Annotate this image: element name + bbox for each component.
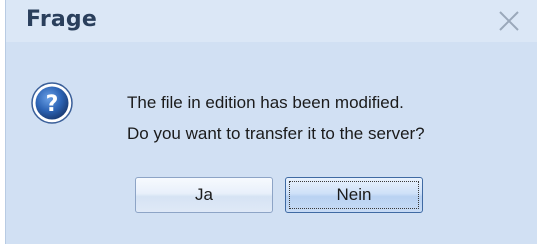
close-icon (499, 11, 519, 31)
dialog-title: Frage (26, 7, 97, 32)
close-button[interactable] (495, 7, 523, 35)
yes-button[interactable]: Ja (135, 177, 273, 213)
svg-text:?: ? (46, 92, 59, 117)
no-button-label: Nein (336, 185, 372, 204)
dialog-body: ? The file in edition has been modified.… (6, 42, 537, 244)
message-line-2: Do you want to transfer it to the server… (127, 124, 425, 143)
question-icon: ? (31, 82, 73, 124)
dialog-titlebar[interactable]: Frage (6, 0, 537, 42)
no-button[interactable]: Nein (285, 177, 423, 213)
message-dialog: Frage ? The file in edition has been mod… (5, 0, 537, 244)
message-line-1: The file in edition has been modified. (127, 93, 404, 112)
